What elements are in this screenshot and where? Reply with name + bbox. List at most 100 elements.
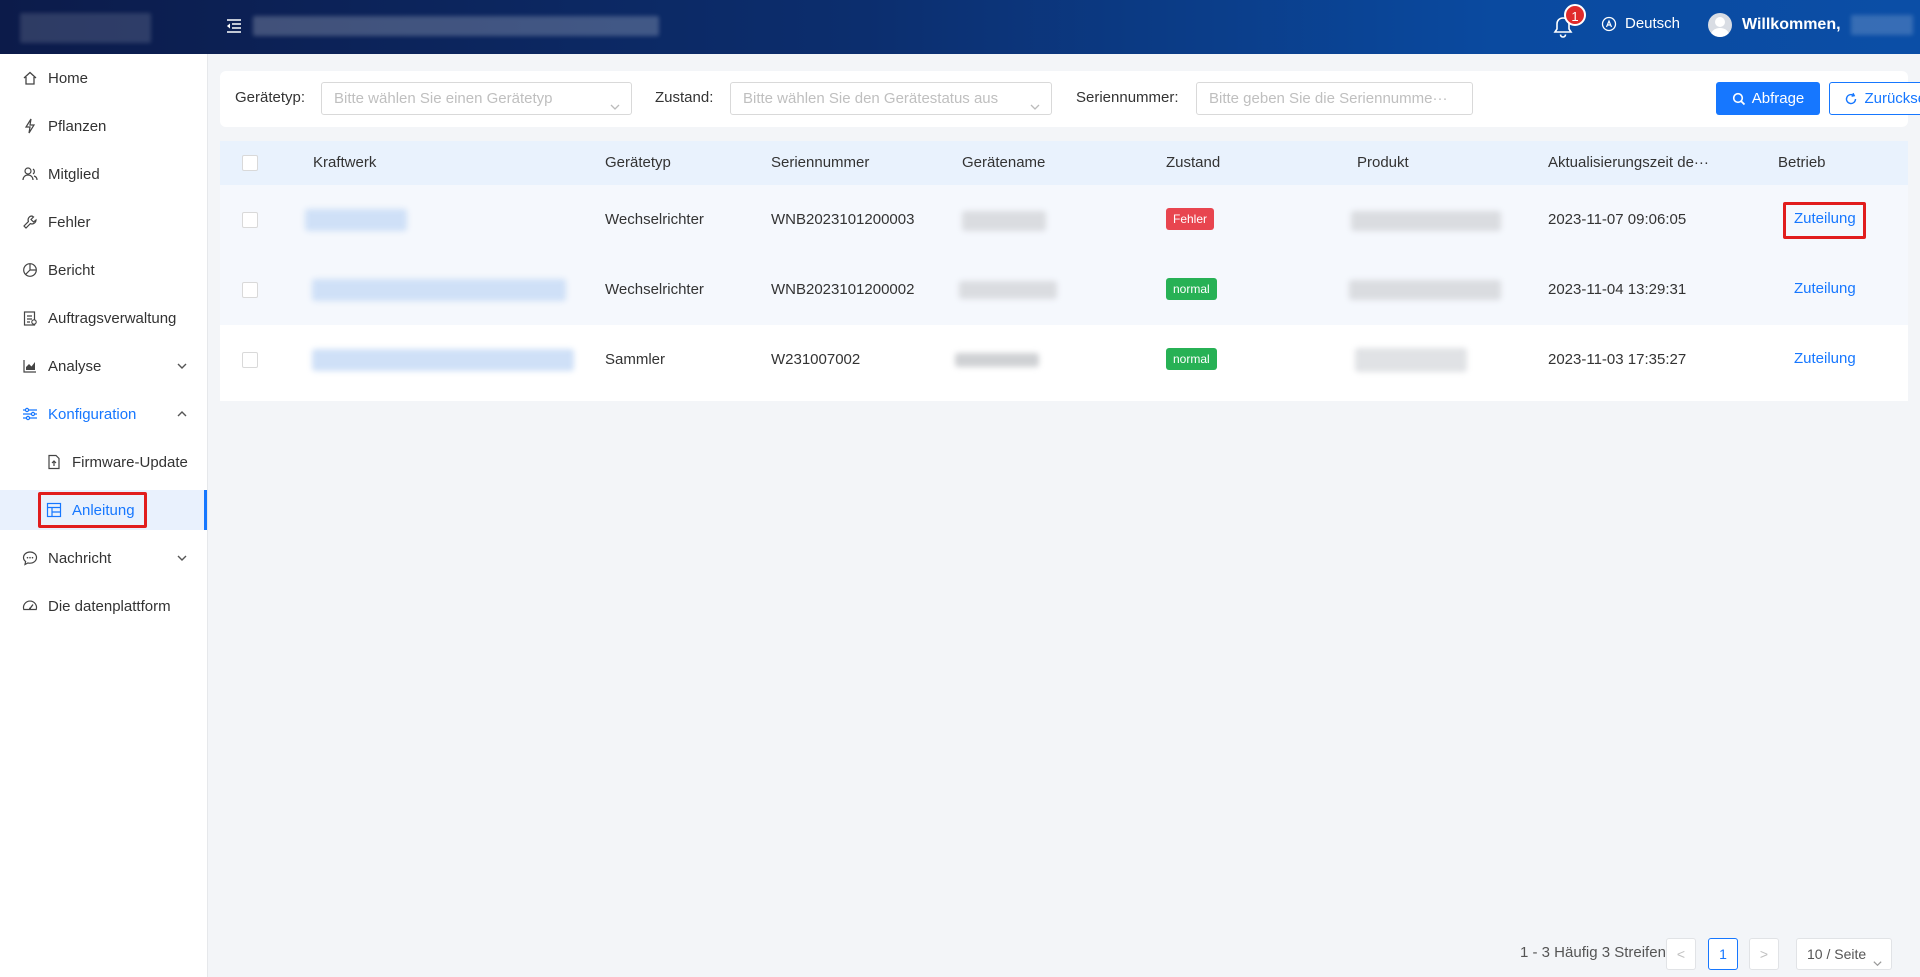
page-title-redacted [253,16,659,36]
assign-link[interactable]: Zuteilung [1794,350,1856,367]
device-type-select[interactable]: Bitte wählen Sie einen Gerätetyp [321,82,632,115]
lightning-icon [22,118,38,134]
language-switch[interactable]: Deutsch [1601,15,1680,32]
sidebar-item-label: Die datenplattform [48,597,171,615]
layout-icon [46,502,62,518]
device-name-redacted [959,281,1057,299]
sidebar-item-bericht[interactable]: Bericht [0,250,207,290]
serial-label: Seriennummer: [1076,89,1179,106]
avatar [1708,13,1732,37]
sidebar-item-firmware-update[interactable]: Firmware-Update [0,442,207,482]
sidebar-item-label: Nachricht [48,549,112,567]
table-row: Sammler W231007002 normal 2023-11-03 17:… [220,325,1908,395]
plant-name-redacted[interactable] [312,349,574,371]
sidebar-item-anleitung[interactable]: Anleitung [0,490,207,530]
status-label: Zustand: [655,89,714,106]
sidebar-item-label: Auftragsverwaltung [48,309,177,327]
sidebar-item-analyse[interactable]: Analyse [0,346,207,386]
column-header-aktualisierungszeit[interactable]: Aktualisierungszeit de··· [1548,154,1709,171]
assign-link[interactable]: Zuteilung [1794,280,1856,297]
chevron-down-icon [1029,93,1041,110]
sidebar-item-auftragsverwaltung[interactable]: Auftragsverwaltung [0,298,207,338]
chevron-down-icon [175,551,189,565]
clipboard-icon [22,310,38,326]
sidebar-item-mitglied[interactable]: Mitglied [0,154,207,194]
cell-device-type: Wechselrichter [605,211,704,228]
serial-input[interactable]: Bitte geben Sie die Seriennumme··· [1196,82,1473,115]
cell-device-type: Sammler [605,351,666,368]
select-all-checkbox[interactable] [242,155,258,171]
assign-link[interactable]: Zuteilung [1794,210,1856,227]
device-name-redacted [955,353,1039,367]
chevron-left-icon: < [1676,946,1686,962]
chevron-down-icon [175,359,189,373]
row-checkbox[interactable] [242,352,258,368]
globe-icon [1601,16,1617,31]
column-header-betrieb[interactable]: Betrieb [1778,154,1826,171]
device-type-label: Gerätetyp: [235,89,306,106]
plant-name-redacted[interactable] [312,279,566,301]
sidebar-item-label: Pflanzen [48,117,107,135]
cell-update-time: 2023-11-07 09:06:05 [1548,211,1687,228]
product-redacted [1349,280,1501,300]
row-checkbox[interactable] [242,282,258,298]
search-button-label: Abfrage [1751,90,1805,107]
status-badge: Fehler [1166,208,1215,230]
plant-name-redacted[interactable] [305,209,407,231]
status-placeholder: Bitte wählen Sie den Gerätestatus aus [743,90,999,107]
serial-placeholder: Bitte geben Sie die Seriennumme··· [1209,90,1448,107]
product-redacted [1351,211,1501,231]
column-header-zustand[interactable]: Zustand [1166,154,1220,171]
column-header-geraetename[interactable]: Gerätename [962,154,1045,171]
welcome-text: Willkommen, [1742,16,1841,33]
sidebar-item-home[interactable]: Home [0,58,207,98]
sliders-icon [22,406,38,422]
chevron-right-icon: > [1759,946,1769,962]
table-row: Wechselrichter WNB2023101200003 Fehler 2… [220,185,1908,255]
sidebar: Home Pflanzen Mitglied Fehler Bericht Au… [0,54,208,977]
sidebar-item-pflanzen[interactable]: Pflanzen [0,106,207,146]
sidebar-item-datenplattform[interactable]: Die datenplattform [0,586,207,626]
user-menu[interactable]: Willkommen, [1708,13,1913,37]
cell-serial: WNB2023101200002 [771,281,915,298]
reset-button-label: Zurücksetzen [1864,90,1920,107]
menu-fold-icon[interactable] [224,16,244,36]
page-1-button[interactable]: 1 [1708,938,1738,970]
device-name-redacted [962,211,1046,231]
pie-chart-icon [22,262,38,278]
message-icon [22,550,38,566]
cell-update-time: 2023-11-03 17:35:27 [1548,351,1687,368]
prev-page-button[interactable]: < [1666,938,1696,970]
status-select[interactable]: Bitte wählen Sie den Gerätestatus aus [730,82,1052,115]
search-button[interactable]: Abfrage [1716,82,1820,115]
home-icon [22,70,38,86]
sidebar-item-label: Home [48,69,89,87]
column-header-produkt[interactable]: Produkt [1357,154,1409,171]
area-chart-icon [22,358,38,374]
users-icon [22,166,38,182]
refresh-icon [1846,92,1857,104]
filter-bar: Gerätetyp: Bitte wählen Sie einen Geräte… [220,71,1920,127]
pagination-summary: 1 - 3 Häufig 3 Streifen [1520,944,1666,961]
next-page-button[interactable]: > [1749,938,1779,970]
sidebar-item-konfiguration[interactable]: Konfiguration [0,394,207,434]
cell-update-time: 2023-11-04 13:29:31 [1548,281,1687,298]
column-header-kraftwerk[interactable]: Kraftwerk [313,154,376,171]
wrench-icon [22,214,38,230]
page-size-select[interactable]: 10 / Seite [1796,938,1892,970]
chevron-down-icon [1872,949,1883,967]
column-header-seriennummer[interactable]: Seriennummer [771,154,869,171]
column-header-geraetetyp[interactable]: Gerätetyp [605,154,671,171]
reset-button[interactable]: Zurücksetzen [1829,82,1920,115]
sidebar-item-label: Konfiguration [48,405,137,423]
sidebar-item-nachricht[interactable]: Nachricht [0,538,207,578]
cell-serial: WNB2023101200003 [771,211,915,228]
device-table: Kraftwerk Gerätetyp Seriennummer Geräten… [220,141,1908,401]
row-checkbox[interactable] [242,212,258,228]
username-redacted [1850,15,1913,35]
sidebar-item-label: Bericht [48,261,95,279]
top-header: 1 Deutsch Willkommen, [0,0,1920,54]
sidebar-item-fehler[interactable]: Fehler [0,202,207,242]
sidebar-item-label: Anleitung [72,501,135,519]
dashboard-icon [22,598,38,614]
